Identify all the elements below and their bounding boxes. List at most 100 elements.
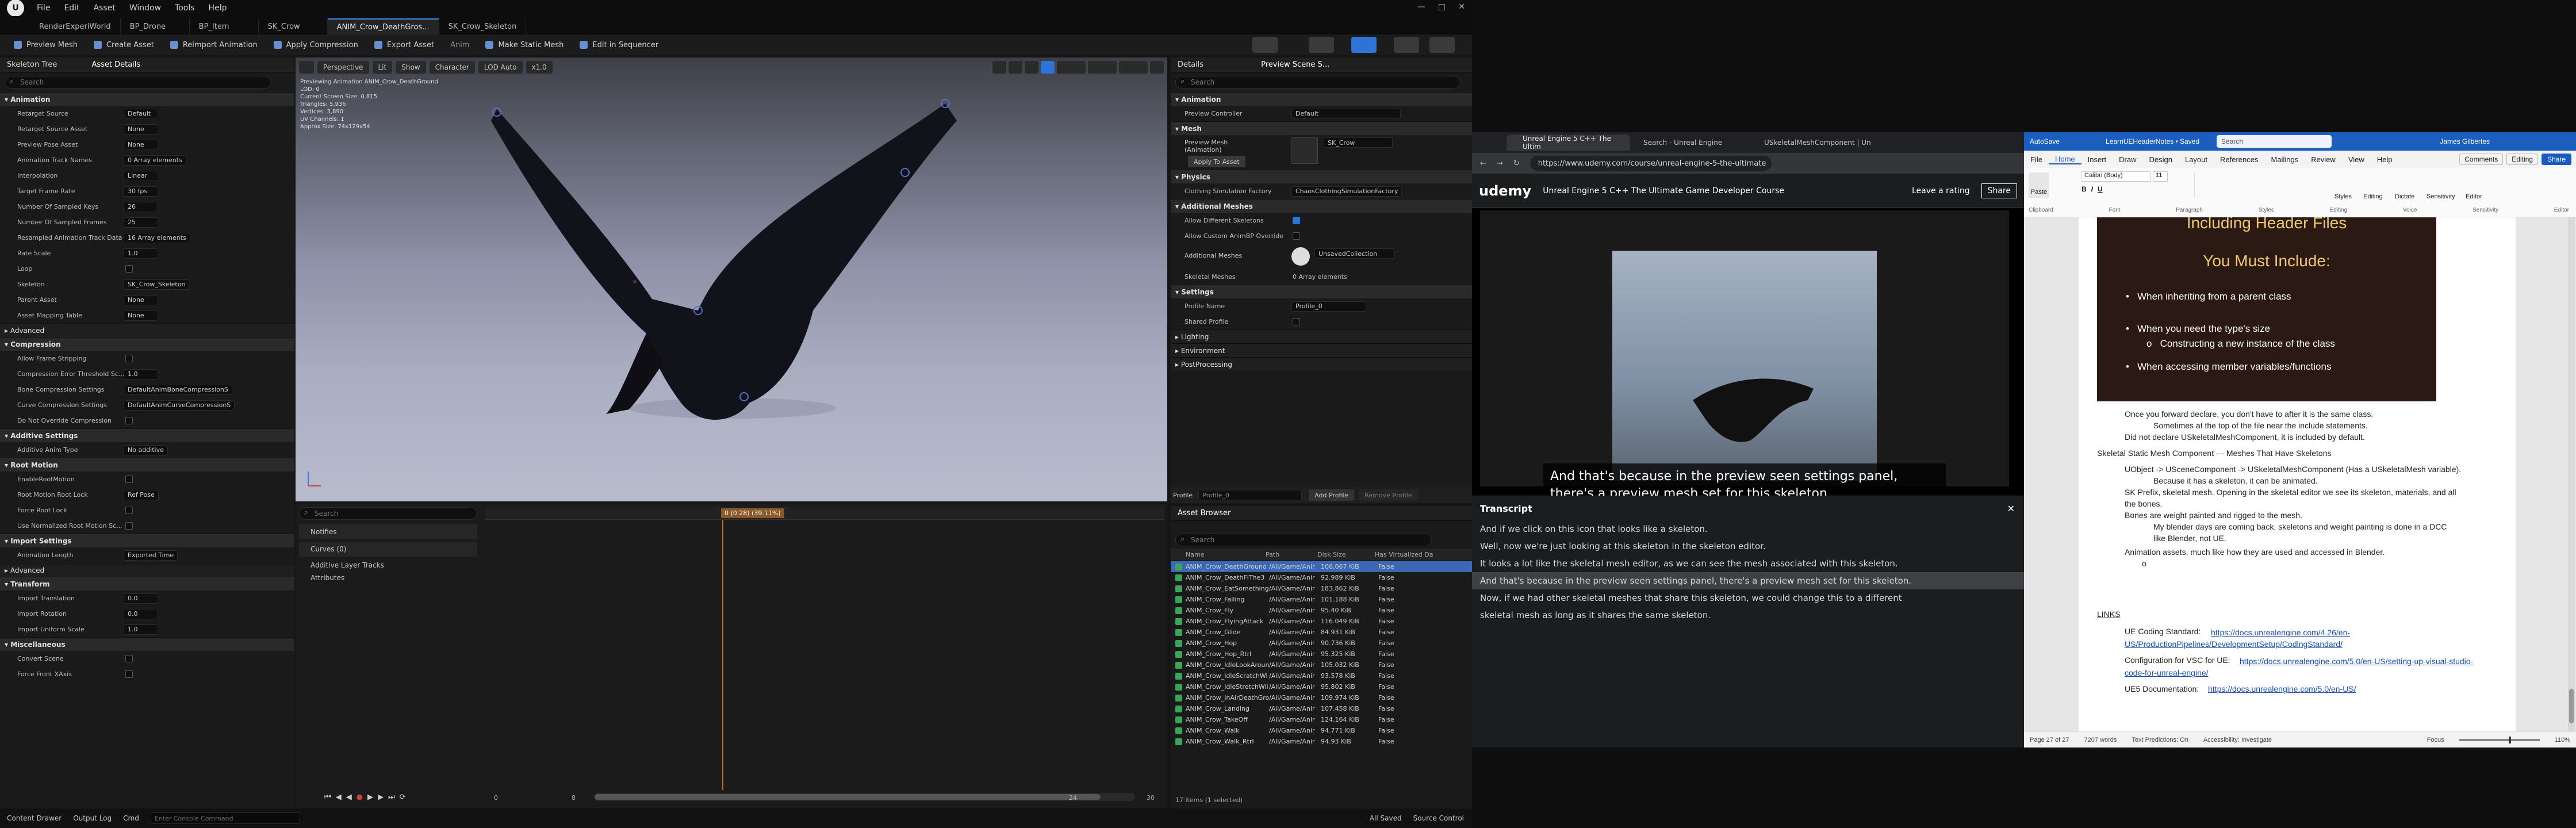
tab-bp-drone[interactable]: BP_Drone <box>121 18 190 34</box>
section-postprocessing[interactable]: ▸ PostProcessing <box>1171 357 1472 371</box>
ribbon-tab-home[interactable]: Home <box>2048 155 2082 164</box>
asset-row[interactable]: ANIM_Crow_Walk/All/Game/Anir 94.771 KiB Fa… <box>1171 725 1472 736</box>
console-input[interactable]: Enter Console Command <box>150 812 300 824</box>
content-drawer-button[interactable]: Content Drawer <box>7 814 62 822</box>
profile-name-input[interactable]: Profile_0 <box>1291 301 1366 312</box>
asset-row[interactable]: ANIM_Crow_Falling/All/Game/Anir 101.188 K… <box>1171 594 1472 605</box>
compression-prop-value[interactable]: DefaultAnimBoneCompressionS <box>124 384 232 395</box>
transcript-line[interactable]: And that's because in the preview seen s… <box>1472 572 2024 589</box>
transcript-line[interactable]: It looks a lot like the skeletal mesh ed… <box>1472 555 2024 572</box>
course-video[interactable]: And that's because in the preview seen s… <box>1472 208 2024 507</box>
menu-tools[interactable]: Tools <box>168 3 202 13</box>
playhead-label[interactable]: 0 (0.28) (39.11%) <box>721 508 784 518</box>
ribbon-tab-review[interactable]: Review <box>2305 155 2342 164</box>
additive-prop-value[interactable]: No additive <box>124 444 168 455</box>
autosave-toggle[interactable]: AutoSave <box>2030 137 2060 145</box>
paragraph-controls[interactable] <box>2194 172 2321 198</box>
unreal-logo-icon[interactable]: U <box>7 0 24 17</box>
animation-mode-button[interactable] <box>1351 37 1377 53</box>
misc-prop-checkbox[interactable] <box>125 670 133 678</box>
asset-search-input[interactable]: Search <box>1175 534 1432 546</box>
anim-prop-value[interactable]: 1.0 <box>124 248 158 259</box>
transform-prop-value[interactable]: 0.0 <box>124 593 158 604</box>
anim-prop-value[interactable]: 30 fps <box>124 186 158 197</box>
step-forward-icon[interactable]: ▶ <box>378 793 384 802</box>
make-static-mesh-button[interactable]: Make Static Mesh <box>478 37 570 52</box>
anim-prop-value[interactable]: None <box>124 294 158 305</box>
anim-prop-value[interactable]: Linear <box>124 170 158 181</box>
section-lighting[interactable]: ▸ Lighting <box>1171 329 1472 343</box>
preview-mesh-dropdown[interactable]: SK_Crow <box>1324 137 1393 148</box>
minimize-icon[interactable]: — <box>1417 2 1425 12</box>
col-path[interactable]: Path <box>1266 551 1317 558</box>
ribbon-tab-mailings[interactable]: Mailings <box>2265 155 2305 164</box>
track-notifies[interactable]: Notifies <box>299 524 477 539</box>
tab-anim-crow-death[interactable]: ANIM_Crow_DeathGros... <box>327 18 439 34</box>
root-prop-checkbox[interactable] <box>125 522 133 530</box>
timeline-scrollbar[interactable] <box>595 793 1135 801</box>
section-mesh[interactable]: ▾ Mesh <box>1171 121 1472 135</box>
browser-tab-uskeletal[interactable]: USkeletalMeshComponent | Un <box>1748 135 1872 151</box>
additional-meshes-thumbnail[interactable] <box>1291 247 1310 266</box>
anim-prop-value[interactable]: 26 <box>124 201 158 212</box>
document-scrollbar[interactable] <box>2568 217 2575 731</box>
asset-row[interactable]: ANIM_Crow_IdleScratchWi/All/Game/Anir 93.… <box>1171 670 1472 681</box>
font-family-dropdown[interactable]: Calibri (Body) <box>2082 171 2150 182</box>
section-import[interactable]: ▾ Import Settings <box>0 534 294 547</box>
apply-to-asset-button[interactable]: Apply To Asset <box>1188 156 1245 167</box>
word-share-button[interactable]: Share <box>2541 154 2571 165</box>
menu-help[interactable]: Help <box>202 3 234 13</box>
user-name[interactable]: James Gilbertes <box>2440 137 2490 145</box>
edit-in-sequencer-button[interactable]: Edit in Sequencer <box>573 37 665 52</box>
all-saved-indicator[interactable]: All Saved <box>1370 814 1402 822</box>
track-attributes[interactable]: Attributes <box>299 572 477 584</box>
source-control-button[interactable]: Source Control <box>1413 814 1464 822</box>
ribbon-tab-help[interactable]: Help <box>2371 155 2399 164</box>
anim-prop-value[interactable]: SK_Crow_Skeleton <box>124 279 190 290</box>
compression-prop-checkbox[interactable] <box>125 417 133 424</box>
additional-meshes-dropdown[interactable]: UnsavedCollection <box>1314 248 1395 259</box>
address-bar[interactable]: https://www.udemy.com/course/unreal-engi… <box>1529 156 1772 171</box>
ribbon-tab-references[interactable]: References <box>2214 155 2264 164</box>
asset-row[interactable]: ANIM_Crow_InAirDeathGro/All/Game/Anir 109… <box>1171 692 1472 703</box>
shared-profile-checkbox[interactable] <box>1293 318 1300 325</box>
col-name[interactable]: Name <box>1171 551 1266 558</box>
transform-prop-value[interactable]: 1.0 <box>124 624 158 635</box>
section-settings[interactable]: ▾ Settings <box>1171 285 1472 298</box>
editing-button[interactable]: Editing <box>2363 193 2383 200</box>
asset-row[interactable]: ANIM_Crow_IdleStretchWii/All/Game/Anir 95… <box>1171 681 1472 692</box>
anim-prop-value[interactable]: 0 Array elements <box>124 155 186 166</box>
anim-prop-value[interactable]: None <box>124 310 158 321</box>
record-icon[interactable]: ● <box>356 793 363 802</box>
transcript-line[interactable]: skeletal mesh as long as it shares the s… <box>1472 607 2024 624</box>
link-1-url[interactable]: https://docs.unrealengine.com/4.26/en-US… <box>2125 627 2493 650</box>
compression-prop-value[interactable]: 1.0 <box>124 369 158 379</box>
ribbon-tab-draw[interactable]: Draw <box>2113 155 2142 164</box>
document-scroll-thumb[interactable] <box>2569 689 2574 723</box>
physics-mode-button[interactable] <box>1394 37 1419 53</box>
browser-tab-search[interactable]: Search - Unreal Engine <box>1627 135 1751 151</box>
export-asset-button[interactable]: Export Asset <box>367 37 441 52</box>
close-icon[interactable]: ✕ <box>1458 2 1465 12</box>
transcript-line[interactable]: Now, if we had other skeletal meshes tha… <box>1472 589 2024 607</box>
tab-asset-details[interactable]: Asset Details <box>91 60 140 69</box>
skip-back-icon[interactable]: ⏮ <box>324 793 331 802</box>
page-count[interactable]: Page 27 of 27 <box>2030 737 2069 743</box>
styles-button[interactable]: Styles <box>2334 193 2352 200</box>
asset-row[interactable]: ANIM_Crow_DeathGround/All/Game/Anir 106.0… <box>1171 561 1472 572</box>
asset-row[interactable]: ANIM_Crow_Walk_Rtrl/All/Game/Anir 94.93 K… <box>1171 736 1472 747</box>
mesh-mode-button[interactable] <box>1309 37 1334 53</box>
preview-controller-dropdown[interactable]: Default <box>1291 108 1401 119</box>
section-misc[interactable]: ▾ Miscellaneous <box>0 637 294 651</box>
blueprint-mode-button[interactable] <box>1429 37 1455 53</box>
skip-forward-icon[interactable]: ⏭ <box>388 793 395 802</box>
anim-prop-value[interactable]: Default <box>124 108 158 119</box>
tab-details[interactable]: Details <box>1178 60 1203 69</box>
asset-row[interactable]: ANIM_Crow_Landing/All/Game/Anir 107.458 K… <box>1171 703 1472 714</box>
root-prop-checkbox[interactable] <box>125 476 133 483</box>
anim-prop-value[interactable]: 16 Array elements <box>124 232 190 243</box>
skeleton-mode-button[interactable] <box>1252 37 1278 53</box>
zoom-slider[interactable] <box>2459 736 2540 743</box>
root-prop-value[interactable]: Ref Pose <box>124 489 159 500</box>
track-additive-layers[interactable]: Additive Layer Tracks <box>299 559 477 572</box>
